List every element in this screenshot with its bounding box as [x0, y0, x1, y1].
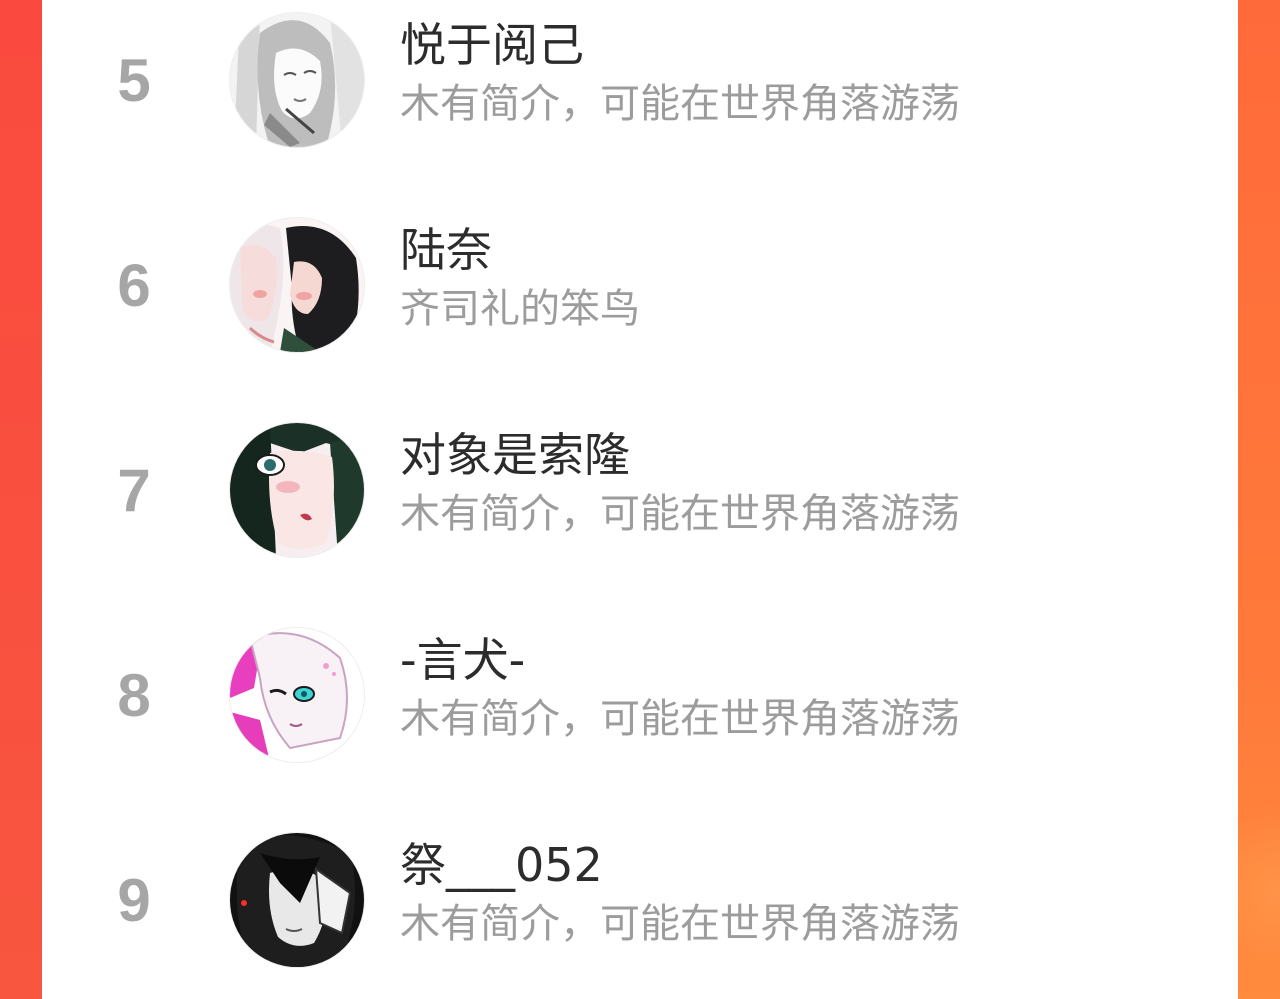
user-bio: 木有简介，可能在世界角落游荡 — [400, 81, 960, 127]
background-right-edge — [1238, 0, 1280, 999]
avatar-monochrome-boy-icon[interactable] — [230, 833, 364, 967]
user-name[interactable]: -言犬- — [400, 634, 525, 686]
list-item[interactable]: 5 悦于阅己 木有简介，可能在世界角落游荡 — [42, 13, 1238, 173]
user-bio: 木有简介，可能在世界角落游荡 — [400, 696, 960, 742]
list-item[interactable]: 6 陆奈 齐司礼的笨鸟 — [42, 218, 1238, 378]
user-name[interactable]: 陆奈 — [400, 224, 492, 276]
user-name[interactable]: 祭___052 — [400, 839, 603, 891]
rank-number: 8 — [117, 662, 151, 729]
ranking-list: 5 悦于阅己 木有简介，可能在世界角落游荡 6 陆奈 齐司礼的笨鸟 7 对象是索… — [42, 0, 1238, 999]
avatar-dark-hair-girl-icon[interactable] — [230, 423, 364, 557]
background-left-edge — [0, 0, 42, 999]
list-item[interactable]: 9 祭___052 木有简介，可能在世界角落游荡 — [42, 833, 1238, 993]
avatar-pink-girl-icon[interactable] — [230, 628, 364, 762]
avatar-couple-icon[interactable] — [230, 218, 364, 352]
rank-number: 5 — [117, 47, 151, 114]
rank-number: 7 — [117, 457, 151, 524]
avatar-manga-woman-icon[interactable] — [230, 13, 364, 147]
user-name[interactable]: 对象是索隆 — [400, 429, 630, 481]
list-item[interactable]: 8 -言犬- 木有简介，可能在世界角落游荡 — [42, 628, 1238, 788]
user-bio: 木有简介，可能在世界角落游荡 — [400, 901, 960, 947]
user-name[interactable]: 悦于阅己 — [400, 19, 584, 71]
rank-number: 9 — [117, 867, 151, 934]
user-bio: 木有简介，可能在世界角落游荡 — [400, 491, 960, 537]
rank-number: 6 — [117, 252, 151, 319]
list-item[interactable]: 7 对象是索隆 木有简介，可能在世界角落游荡 — [42, 423, 1238, 583]
user-bio: 齐司礼的笨鸟 — [400, 286, 640, 332]
